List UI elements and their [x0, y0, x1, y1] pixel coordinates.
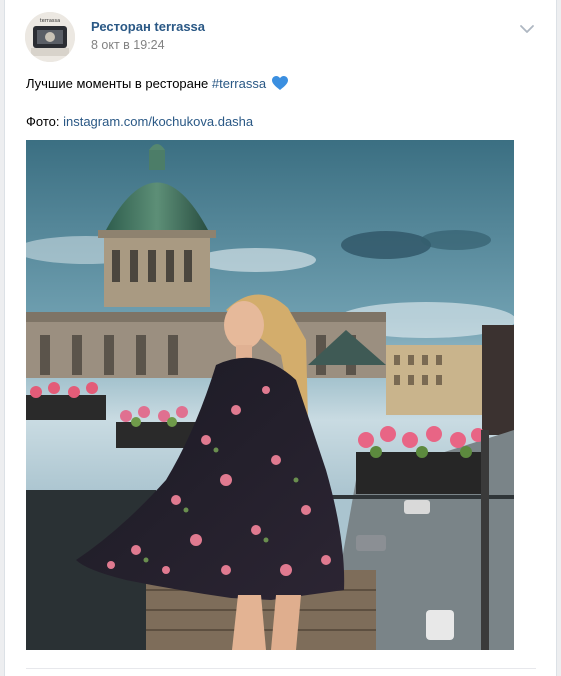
post-menu-button[interactable] — [519, 22, 535, 34]
post-divider — [26, 668, 536, 669]
photo-image — [26, 140, 514, 650]
author-name-link[interactable]: Ресторан terrassa — [91, 19, 205, 34]
hashtag-link[interactable]: #terrassa — [212, 76, 266, 91]
post-date[interactable]: 8 окт в 19:24 — [91, 38, 165, 52]
author-avatar[interactable]: terrassa — [25, 12, 75, 62]
photo-credit: Фото: instagram.com/kochukova.dasha — [26, 113, 253, 131]
post-card: terrassa Ресторан terrassa 8 окт в 19:24… — [4, 0, 557, 676]
avatar-image: terrassa — [25, 12, 75, 62]
instagram-link[interactable]: instagram.com/kochukova.dasha — [63, 114, 253, 129]
chevron-down-icon — [520, 25, 534, 33]
avatar-caption: terrassa — [40, 18, 60, 24]
post-text-body: Лучшие моменты в ресторане — [26, 76, 212, 91]
photo-credit-label: Фото: — [26, 114, 64, 129]
post-text: Лучшие моменты в ресторане #terrassa — [26, 75, 288, 93]
blue-heart-icon — [271, 76, 288, 90]
post-photo[interactable] — [26, 140, 514, 650]
